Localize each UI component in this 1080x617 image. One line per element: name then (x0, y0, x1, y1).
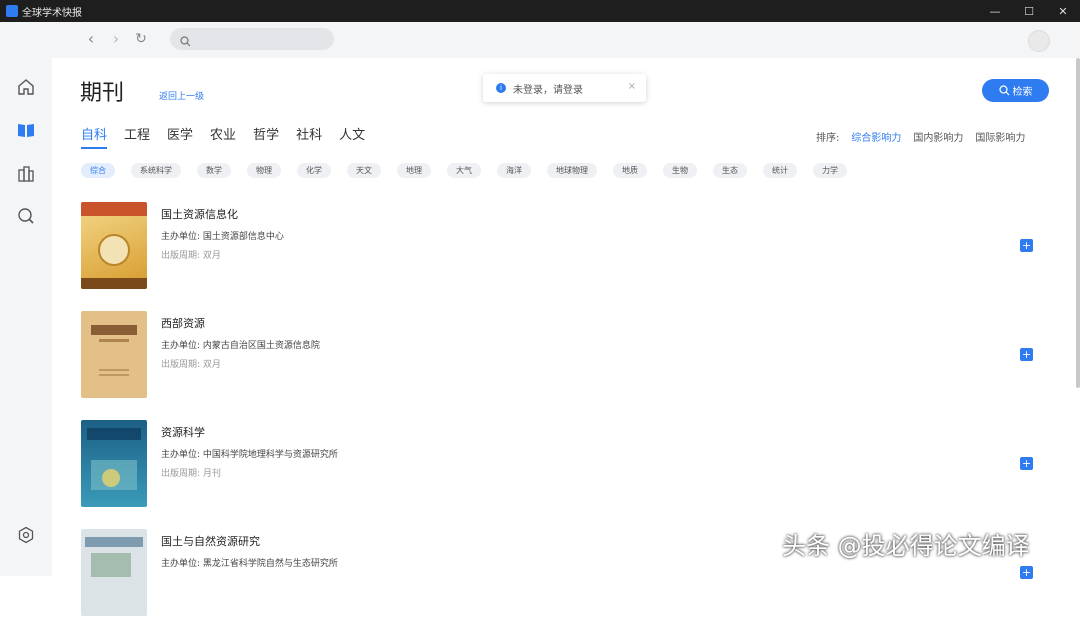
tab-sheke[interactable]: 社科 (296, 124, 322, 146)
tab-renwen[interactable]: 人文 (339, 124, 365, 146)
chip[interactable]: 地球物理 (547, 163, 597, 178)
sort-options: 排序: 综合影响力 国内影响力 国际影响力 (816, 129, 1037, 144)
journal-org-line: 主办单位: 中国科学院地理科学与资源研究所 (161, 447, 338, 460)
chip[interactable]: 地理 (397, 163, 431, 178)
journal-cover[interactable] (81, 420, 147, 507)
journal-org: 中国科学院地理科学与资源研究所 (202, 450, 338, 460)
chip[interactable]: 力学 (813, 163, 847, 178)
org-label: 主办单位: (161, 450, 201, 460)
chip[interactable]: 物理 (247, 163, 281, 178)
chip[interactable]: 化学 (297, 163, 331, 178)
minimize-button[interactable]: — (978, 0, 1012, 22)
add-button[interactable]: + (1020, 457, 1033, 470)
category-chips: 综合 系统科学 数学 物理 化学 天文 地理 大气 海洋 地球物理 地质 生物 … (81, 163, 863, 178)
journal-org-line: 主办单位: 内蒙古自治区国土资源信息院 (161, 338, 320, 351)
avatar[interactable] (1028, 30, 1050, 52)
back-button[interactable]: ‹ (82, 30, 100, 48)
scrollbar[interactable] (1076, 58, 1080, 388)
forward-button[interactable]: › (107, 30, 125, 48)
chip[interactable]: 生态 (713, 163, 747, 178)
home-icon[interactable] (16, 77, 36, 97)
top-bar: ‹ › ↻ (52, 22, 1080, 58)
journal-name[interactable]: 资源科学 (161, 424, 205, 440)
search-box[interactable] (170, 28, 334, 50)
sort-option-domestic[interactable]: 国内影响力 (913, 129, 963, 144)
journal-cycle: 月刊 (202, 469, 221, 479)
journal-cover[interactable] (81, 529, 147, 616)
window-controls: — ☐ ✕ (978, 0, 1080, 22)
toast-close-icon[interactable]: × (628, 81, 636, 92)
cycle-label: 出版周期: (161, 469, 201, 479)
journal-name[interactable]: 国土资源信息化 (161, 206, 238, 222)
watermark: 头条 @投必得论文编译 (782, 532, 1030, 560)
journal-cycle: 双月 (202, 360, 221, 370)
add-button[interactable]: + (1020, 348, 1033, 361)
journal-name[interactable]: 西部资源 (161, 315, 205, 331)
org-label: 主办单位: (161, 559, 201, 569)
login-toast: i 未登录，请登录 × (483, 74, 646, 102)
toast-message: 未登录，请登录 (513, 84, 583, 96)
app-title: 全球学术快报 (22, 7, 82, 19)
journal-item[interactable]: 西部资源 主办单位: 内蒙古自治区国土资源信息院 出版周期: 双月 + (81, 311, 1041, 399)
refresh-button[interactable]: ↻ (132, 30, 150, 48)
title-bar: 全球学术快报 — ☐ ✕ (0, 0, 1080, 22)
journal-org-line: 主办单位: 黑龙江省科学院自然与生态研究所 (161, 556, 338, 569)
library-icon[interactable] (16, 164, 36, 184)
journal-cycle-line: 出版周期: 月刊 (161, 466, 221, 479)
chip[interactable]: 生物 (663, 163, 697, 178)
sort-option-international[interactable]: 国际影响力 (975, 129, 1025, 144)
search-icon[interactable] (16, 206, 36, 226)
sort-option-overall[interactable]: 综合影响力 (851, 129, 901, 144)
search-input[interactable] (198, 31, 328, 47)
chip[interactable]: 大气 (447, 163, 481, 178)
journal-cover[interactable] (81, 202, 147, 289)
search-icon (180, 32, 191, 51)
chip[interactable]: 海洋 (497, 163, 531, 178)
sort-label: 排序: (816, 133, 840, 144)
chip[interactable]: 综合 (81, 163, 115, 178)
info-icon: i (496, 83, 506, 93)
tab-yixue[interactable]: 医学 (167, 124, 193, 146)
close-button[interactable]: ✕ (1046, 0, 1080, 22)
add-button[interactable]: + (1020, 239, 1033, 252)
org-label: 主办单位: (161, 232, 201, 242)
chip[interactable]: 数学 (197, 163, 231, 178)
journal-org-line: 主办单位: 国土资源部信息中心 (161, 229, 284, 242)
chip[interactable]: 统计 (763, 163, 797, 178)
tab-gongcheng[interactable]: 工程 (124, 124, 150, 146)
search-button-label: 检索 (1012, 87, 1033, 98)
search-icon (998, 85, 1009, 96)
main-content: 期刊 返回上一级 i 未登录，请登录 × 检索 自科 工程 医学 农业 哲学 社… (52, 58, 1076, 616)
settings-icon[interactable] (16, 525, 36, 545)
journal-cycle-line: 出版周期: 双月 (161, 248, 221, 261)
sidebar (0, 22, 52, 576)
journal-item[interactable]: 资源科学 主办单位: 中国科学院地理科学与资源研究所 出版周期: 月刊 + (81, 420, 1041, 508)
journal-cycle: 双月 (202, 251, 221, 261)
cycle-label: 出版周期: (161, 360, 201, 370)
chip[interactable]: 地质 (613, 163, 647, 178)
journal-cover[interactable] (81, 311, 147, 398)
journal-cycle-line: 出版周期: 双月 (161, 357, 221, 370)
subject-tabs: 自科 工程 医学 农业 哲学 社科 人文 (81, 124, 382, 149)
chip[interactable]: 系统科学 (131, 163, 181, 178)
page-title: 期刊 (80, 81, 125, 106)
back-link[interactable]: 返回上一级 (159, 89, 204, 102)
journal-org: 国土资源部信息中心 (202, 232, 284, 242)
app-logo-icon (6, 5, 18, 17)
journal-name[interactable]: 国土与自然资源研究 (161, 533, 260, 549)
search-button[interactable]: 检索 (982, 79, 1049, 102)
chip[interactable]: 天文 (347, 163, 381, 178)
cycle-label: 出版周期: (161, 251, 201, 261)
journal-item[interactable]: 国土资源信息化 主办单位: 国土资源部信息中心 出版周期: 双月 + (81, 202, 1041, 290)
org-label: 主办单位: (161, 341, 201, 351)
journal-book-icon[interactable] (16, 120, 36, 140)
tab-zhexue[interactable]: 哲学 (253, 124, 279, 146)
tab-ziran[interactable]: 自科 (81, 124, 108, 149)
journal-org: 黑龙江省科学院自然与生态研究所 (202, 559, 338, 569)
tab-nongye[interactable]: 农业 (210, 124, 236, 146)
maximize-button[interactable]: ☐ (1012, 0, 1046, 22)
journal-org: 内蒙古自治区国土资源信息院 (202, 341, 320, 351)
add-button[interactable]: + (1020, 566, 1033, 579)
